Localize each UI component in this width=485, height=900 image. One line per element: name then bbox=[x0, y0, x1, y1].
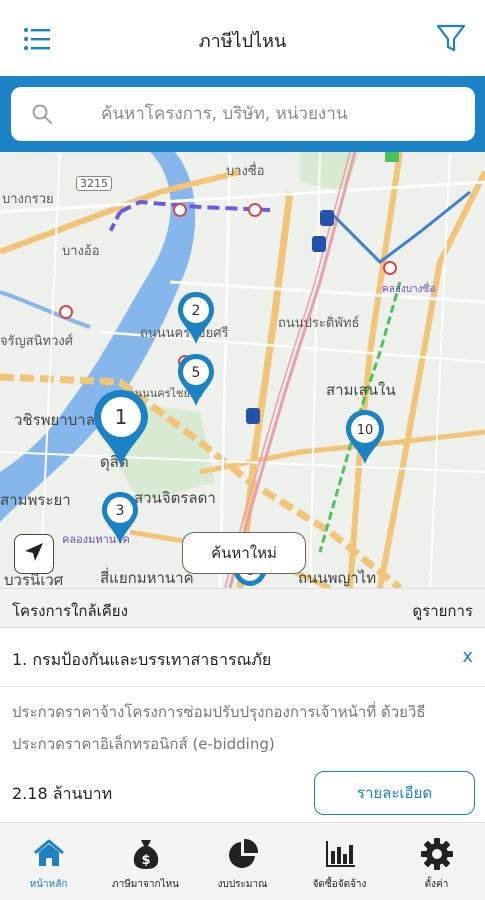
nav-label-home: หน้าหลัก bbox=[29, 879, 68, 890]
bottom-navigation: หน้าหลัก $ ภาษีมาจากไหน งบประมาณ จัดซื้อ… bbox=[0, 822, 485, 900]
close-card-button[interactable]: x bbox=[462, 646, 473, 667]
nav-item-procurement[interactable]: จัดซื้อจัดจ้าง bbox=[291, 823, 388, 900]
gear-icon bbox=[420, 837, 454, 871]
nav-item-settings[interactable]: ตั้งค่า bbox=[388, 823, 485, 900]
nav-item-home[interactable]: หน้าหลัก bbox=[0, 823, 97, 900]
project-description: ประกวดราคาจ้างโครงการซ่อมปรับปรุงกองการเ… bbox=[12, 703, 426, 753]
map-view[interactable]: บางซื่อ บางกรวย บางอ้อ จรัญสนิทวงศ์ ถนนน… bbox=[0, 152, 485, 588]
nearby-projects-title: โครงการใกล้เคียง bbox=[12, 602, 128, 620]
home-icon bbox=[32, 837, 66, 871]
nav-label-procurement: จัดซื้อจัดจ้าง bbox=[312, 879, 367, 890]
nav-label-settings: ตั้งค่า bbox=[424, 879, 449, 890]
search-icon bbox=[31, 103, 53, 125]
map-label-si-yaek-mahanak: สี่แยกมหานาค bbox=[100, 569, 194, 587]
app-title: ภาษีไปไหน bbox=[198, 31, 287, 52]
locate-me-button[interactable] bbox=[14, 534, 54, 574]
view-list-link[interactable]: ดูรายการ bbox=[412, 599, 473, 623]
map-label-wachiraphayaban: วชิรพยาบาล bbox=[14, 411, 95, 429]
map-label-bangkruay: บางกรวย bbox=[2, 192, 54, 207]
map-label-thanon-pradipat: ถนนประดิพัทธ์ bbox=[278, 316, 360, 331]
map-label-suan-chitralada: สวนจิตรลดา bbox=[134, 489, 216, 507]
nav-item-tax-source[interactable]: $ ภาษีมาจากไหน bbox=[97, 823, 194, 900]
card-divider bbox=[0, 686, 485, 687]
pie-chart-icon bbox=[226, 837, 260, 871]
top-app-bar: ภาษีไปไหน bbox=[0, 0, 485, 76]
map-pin-2[interactable]: 2 bbox=[176, 290, 216, 350]
map-label-road-3215: 3215 bbox=[76, 176, 112, 191]
map-pin-label: 5 bbox=[192, 365, 201, 381]
map-background bbox=[0, 152, 485, 588]
map-pin-label: 2 bbox=[192, 303, 201, 319]
filter-icon[interactable] bbox=[435, 22, 467, 54]
map-pin-label: 3 bbox=[116, 503, 125, 519]
search-input[interactable] bbox=[101, 87, 461, 141]
map-pin-5[interactable]: 5 bbox=[176, 352, 216, 412]
map-label-bangor: บางอ้อ bbox=[62, 244, 100, 259]
money-bag-icon: $ bbox=[129, 837, 163, 871]
map-pin-label: 10 bbox=[357, 423, 374, 438]
project-budget: 2.18 ล้านบาท bbox=[12, 784, 113, 803]
project-card: 1. กรมป้องกันและบรรเทาสาธารณภัย x ประกวด… bbox=[0, 628, 485, 822]
map-label-bangsue: บางซื่อ bbox=[226, 164, 265, 179]
map-label-samsen-nai: สามเสนใน bbox=[326, 381, 396, 399]
search-again-button[interactable]: ค้นหาใหม่ bbox=[182, 532, 306, 574]
map-pin-1[interactable]: 1 bbox=[92, 388, 150, 472]
map-pin-10[interactable]: 10 bbox=[344, 408, 386, 470]
search-bar-container bbox=[0, 76, 485, 152]
project-agency: 1. กรมป้องกันและบรรเทาสาธารณภัย bbox=[12, 650, 272, 669]
nav-label-tax-source: ภาษีมาจากไหน bbox=[112, 879, 179, 890]
detail-button[interactable]: รายละเอียด bbox=[314, 771, 475, 815]
bar-chart-icon bbox=[323, 837, 357, 871]
nearby-projects-header: โครงการใกล้เคียง ดูรายการ bbox=[0, 588, 485, 628]
nav-item-budget[interactable]: งบประมาณ bbox=[194, 823, 291, 900]
svg-text:$: $ bbox=[141, 853, 150, 868]
map-pin-3[interactable]: 3 bbox=[100, 490, 140, 550]
navigation-arrow-icon bbox=[23, 541, 45, 567]
map-pin-label: 1 bbox=[115, 405, 128, 429]
nav-label-budget: งบประมาณ bbox=[217, 879, 268, 890]
map-label-charansanitwong: จรัญสนิทวงศ์ bbox=[0, 334, 73, 349]
map-label-sam-phraya: สามพระยา bbox=[0, 491, 71, 509]
map-label-khlong-bang-sue: คลองบางซื่อ bbox=[382, 284, 436, 295]
map-label-thanon-phayathai: ถนนพญาไท bbox=[298, 569, 377, 587]
search-box bbox=[11, 87, 475, 141]
